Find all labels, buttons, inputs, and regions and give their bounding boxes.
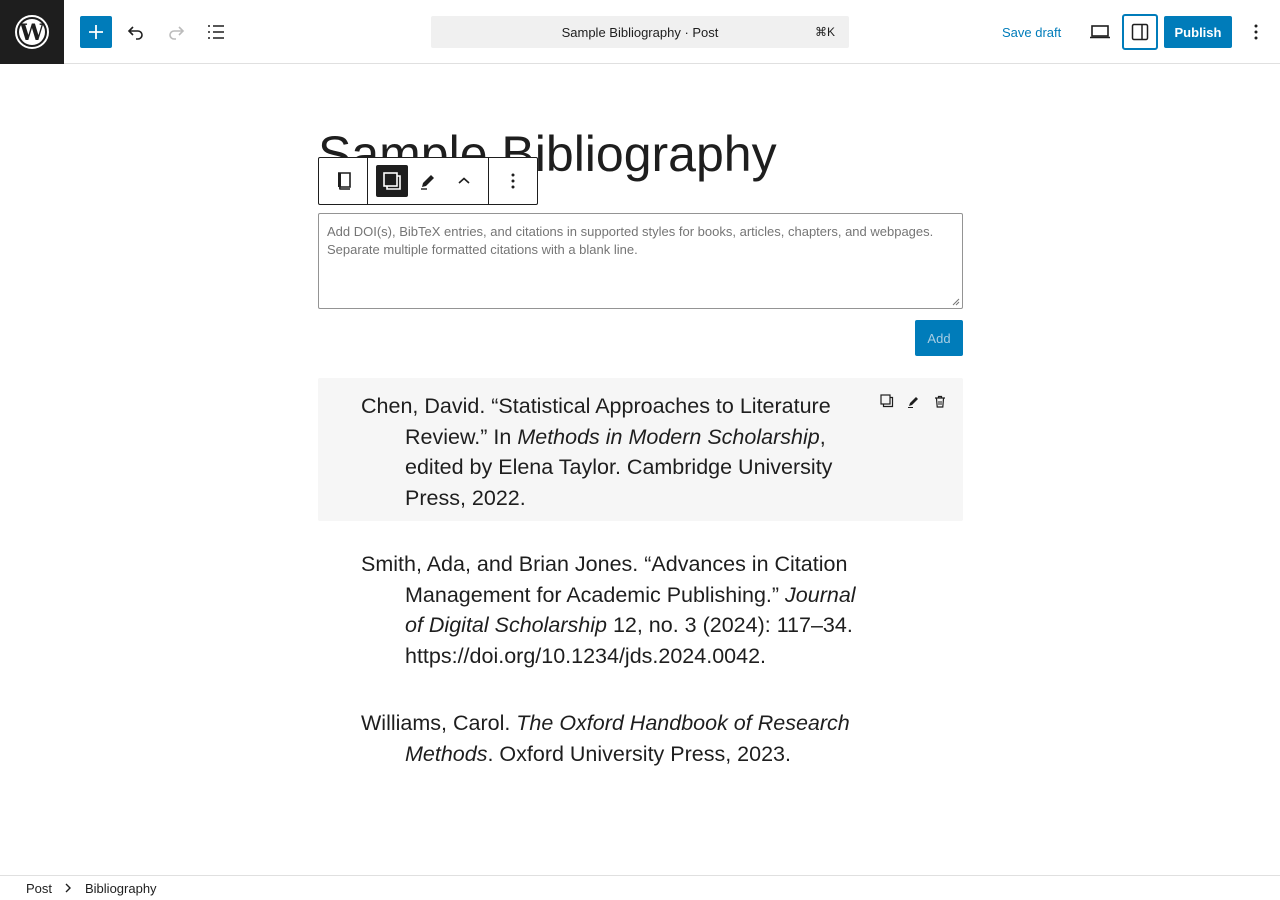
citation-input-placeholder: Add DOI(s), BibTeX entries, and citation… — [327, 224, 934, 257]
copy-entry-icon[interactable] — [876, 390, 898, 412]
more-options-vertical-icon[interactable] — [1240, 16, 1272, 48]
document-title: Sample Bibliography · Post — [561, 24, 719, 40]
command-shortcut: ⌘K — [814, 25, 835, 39]
preview-laptop-icon[interactable] — [1084, 16, 1116, 48]
document-overview-icon[interactable] — [200, 16, 232, 48]
edit-pencil-icon[interactable] — [412, 165, 444, 197]
command-palette-bar[interactable]: Sample Bibliography · Post ⌘K — [431, 16, 849, 48]
add-citation-button[interactable]: Add — [915, 320, 963, 356]
citation-input[interactable]: Add DOI(s), BibTeX entries, and citation… — [318, 213, 963, 309]
editor-header: W Sample Bibliography · Post ⌘K Save dra… — [0, 0, 1280, 64]
redo-icon[interactable] — [160, 16, 192, 48]
resize-handle-icon[interactable] — [952, 298, 960, 306]
breadcrumb-item-bibliography[interactable]: Bibliography — [85, 881, 157, 896]
entry-actions — [873, 390, 953, 412]
delete-entry-trash-icon[interactable] — [929, 390, 951, 412]
bibliography-block-icon[interactable] — [328, 165, 360, 197]
chevron-right-icon — [65, 883, 71, 893]
block-options-vertical-icon[interactable] — [497, 165, 529, 197]
bibliography-entry[interactable]: Smith, Ada, and Brian Jones. “Advances i… — [318, 536, 963, 684]
breadcrumb-item-post[interactable]: Post — [26, 881, 52, 896]
svg-text:W: W — [19, 20, 45, 46]
breadcrumb: Post Bibliography — [0, 875, 1280, 900]
copy-icon[interactable] — [376, 165, 408, 197]
undo-icon[interactable] — [120, 16, 152, 48]
publish-button[interactable]: Publish — [1164, 16, 1232, 48]
block-inserter-plus-icon[interactable] — [80, 16, 112, 48]
bibliography-entry[interactable]: Chen, David. “Statistical Approaches to … — [318, 378, 963, 521]
save-draft-button[interactable]: Save draft — [994, 16, 1069, 48]
bibliography-entry[interactable]: Williams, Carol. The Oxford Handbook of … — [318, 695, 963, 782]
block-toolbar — [318, 157, 538, 205]
wordpress-logo-icon[interactable]: W — [0, 0, 64, 64]
settings-sidebar-icon[interactable] — [1122, 14, 1158, 50]
chevron-up-icon[interactable] — [448, 165, 480, 197]
edit-entry-pencil-icon[interactable] — [902, 390, 924, 412]
